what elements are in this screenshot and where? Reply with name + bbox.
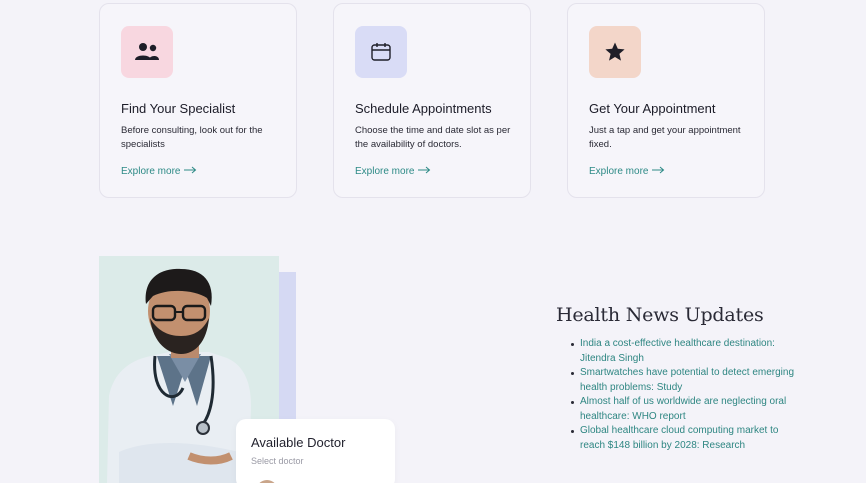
card-description: Just a tap and get your appointment fixe… (589, 125, 741, 150)
news-item[interactable]: India a cost-effective healthcare destin… (556, 337, 796, 366)
arrow-right-icon (418, 166, 431, 177)
link-label: Explore more (355, 166, 415, 177)
explore-more-link[interactable]: Explore more (121, 166, 197, 177)
available-doctor-card[interactable]: Available Doctor Select doctor (236, 419, 395, 483)
link-label: Explore more (589, 166, 649, 177)
card-description: Choose the time and date slot as per the… (355, 125, 511, 150)
select-doctor-hint: Select doctor (251, 456, 304, 466)
card-title: Find Your Specialist (121, 101, 236, 116)
arrow-right-icon (184, 166, 197, 177)
news-item[interactable]: Global healthcare cloud computing market… (556, 424, 796, 453)
arrow-right-icon (652, 166, 665, 177)
explore-more-link[interactable]: Explore more (589, 166, 665, 177)
available-doctor-title: Available Doctor (251, 435, 346, 450)
link-label: Explore more (121, 166, 181, 177)
card-title: Get Your Appointment (589, 101, 716, 116)
feature-card-get-appointment: Get Your Appointment Just a tap and get … (567, 3, 765, 198)
users-icon (121, 26, 173, 78)
calendar-icon (355, 26, 407, 78)
feature-card-schedule-appointments: Schedule Appointments Choose the time an… (333, 3, 531, 198)
card-description: Before consulting, look out for the spec… (121, 125, 263, 150)
news-item[interactable]: Smartwatches have potential to detect em… (556, 366, 796, 395)
star-icon (589, 26, 641, 78)
news-list: India a cost-effective healthcare destin… (556, 337, 796, 453)
news-item[interactable]: Almost half of us worldwide are neglecti… (556, 395, 796, 424)
health-news-section: Health News Updates India a cost-effecti… (556, 304, 796, 453)
news-title: Health News Updates (556, 304, 764, 326)
card-title: Schedule Appointments (355, 101, 492, 116)
feature-card-find-specialist: Find Your Specialist Before consulting, … (99, 3, 297, 198)
explore-more-link[interactable]: Explore more (355, 166, 431, 177)
